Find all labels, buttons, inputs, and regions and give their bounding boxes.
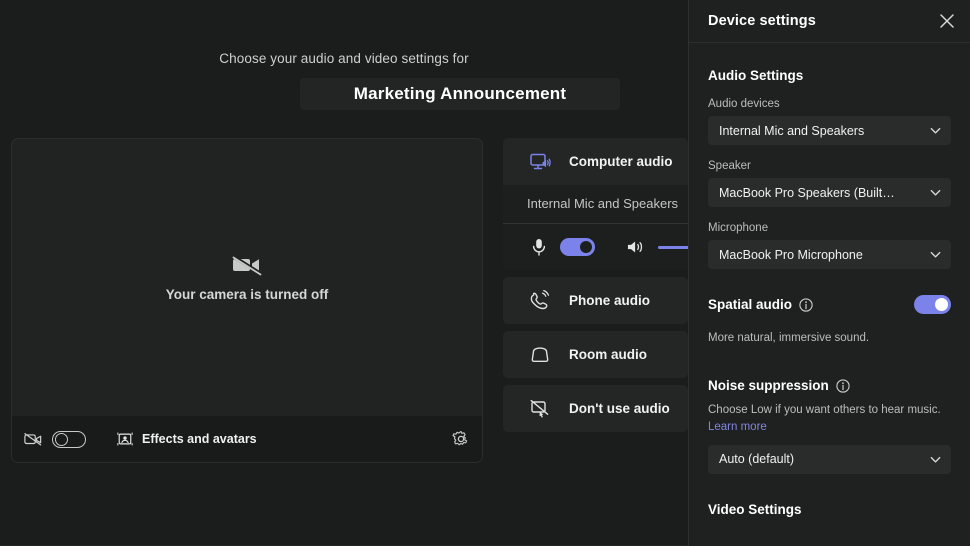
chevron-down-icon [930, 251, 941, 258]
audio-devices-select[interactable]: Internal Mic and Speakers [708, 116, 951, 145]
microphone-icon [532, 239, 546, 256]
audio-option-phone-audio[interactable]: Phone audio [503, 277, 688, 324]
device-settings-body: Audio Settings Audio devices Internal Mi… [689, 68, 970, 517]
prejoin-stage: Choose your audio and video settings for… [0, 0, 688, 546]
speaker-label: Speaker [708, 160, 751, 172]
microphone-value: MacBook Pro Microphone [719, 247, 863, 262]
video-settings-heading: Video Settings [708, 501, 802, 517]
audio-option-computer-audio[interactable]: Computer audio Internal Mic and Speakers [503, 138, 688, 270]
room-audio-icon [531, 346, 549, 362]
noise-suppression-description: Choose Low if you want others to hear mu… [708, 402, 951, 435]
room-audio-row[interactable]: Room audio [503, 331, 688, 378]
phone-audio-icon [530, 289, 550, 309]
noise-suppression-label: Noise suppression [708, 378, 829, 394]
meeting-title: Marketing Announcement [353, 84, 567, 103]
phone-audio-label: Phone audio [569, 293, 650, 308]
selected-device-name: Internal Mic and Speakers [527, 196, 679, 211]
audio-settings-heading: Audio Settings [708, 68, 804, 83]
effects-and-avatars-button[interactable]: Effects and avatars [117, 432, 257, 446]
device-settings-header: Device settings [689, 0, 970, 43]
camera-toggle[interactable] [52, 430, 86, 448]
preview-toolbar: Effects and avatars [12, 416, 482, 462]
camera-off-message: Your camera is turned off [165, 287, 329, 302]
computer-audio-label: Computer audio [569, 154, 673, 169]
info-icon[interactable] [799, 297, 813, 312]
noise-suppression-description-text: Choose Low if you want others to hear mu… [708, 404, 941, 417]
speaker-select[interactable]: MacBook Pro Speakers (Built… [708, 178, 951, 207]
speaker-icon [627, 241, 643, 253]
audio-devices-value: Internal Mic and Speakers [719, 123, 865, 138]
noise-suppression-value: Auto (default) [719, 452, 795, 467]
close-icon[interactable] [939, 13, 955, 29]
audio-option-room-audio[interactable]: Room audio [503, 331, 688, 378]
audio-detail-controls [503, 223, 688, 270]
no-audio-row[interactable]: Don't use audio [503, 385, 688, 432]
computer-audio-icon [530, 153, 551, 169]
speaker-value: MacBook Pro Speakers (Built… [719, 185, 895, 200]
teams-prejoin-screen: Choose your audio and video settings for… [0, 0, 970, 546]
effects-avatars-icon [117, 432, 133, 446]
noise-suppression-select[interactable]: Auto (default) [708, 444, 951, 474]
spatial-audio-label: Spatial audio [708, 297, 793, 312]
no-audio-label: Don't use audio [569, 401, 670, 416]
learn-more-link[interactable]: Learn more [708, 421, 767, 433]
room-audio-label: Room audio [569, 347, 647, 362]
microphone-select[interactable]: MacBook Pro Microphone [708, 240, 951, 269]
audio-option-no-audio[interactable]: Don't use audio [503, 385, 688, 432]
audio-options-list: Computer audio Internal Mic and Speakers [503, 138, 688, 439]
device-settings-panel: Device settings Audio Settings Audio dev… [688, 0, 970, 546]
spatial-audio-description: More natural, immersive sound. [708, 332, 870, 344]
camera-preview: Your camera is turned off Effects and av… [11, 138, 483, 463]
device-settings-title: Device settings [708, 13, 816, 29]
camera-off-state: Your camera is turned off [12, 254, 482, 302]
volume-slider[interactable] [658, 245, 688, 249]
chevron-down-icon [930, 456, 941, 463]
spatial-audio-row: Spatial audio [708, 295, 951, 314]
computer-audio-row[interactable]: Computer audio [503, 138, 688, 185]
camera-off-icon [24, 433, 42, 446]
info-icon[interactable] [836, 379, 850, 393]
prejoin-subtitle: Choose your audio and video settings for [219, 51, 469, 66]
gear-icon[interactable] [452, 430, 470, 448]
computer-audio-detail: Internal Mic and Speakers [503, 185, 688, 270]
meeting-title-container: Marketing Announcement [300, 78, 620, 110]
chevron-down-icon [930, 127, 941, 134]
no-audio-icon [530, 399, 549, 418]
effects-and-avatars-label: Effects and avatars [142, 432, 257, 446]
phone-audio-row[interactable]: Phone audio [503, 277, 688, 324]
microphone-toggle[interactable] [560, 238, 595, 256]
noise-suppression-row: Noise suppression [708, 378, 951, 393]
chevron-down-icon [930, 189, 941, 196]
spatial-audio-toggle[interactable] [914, 295, 951, 314]
microphone-label: Microphone [708, 222, 769, 234]
audio-devices-label: Audio devices [708, 98, 780, 110]
camera-off-icon [232, 254, 262, 276]
